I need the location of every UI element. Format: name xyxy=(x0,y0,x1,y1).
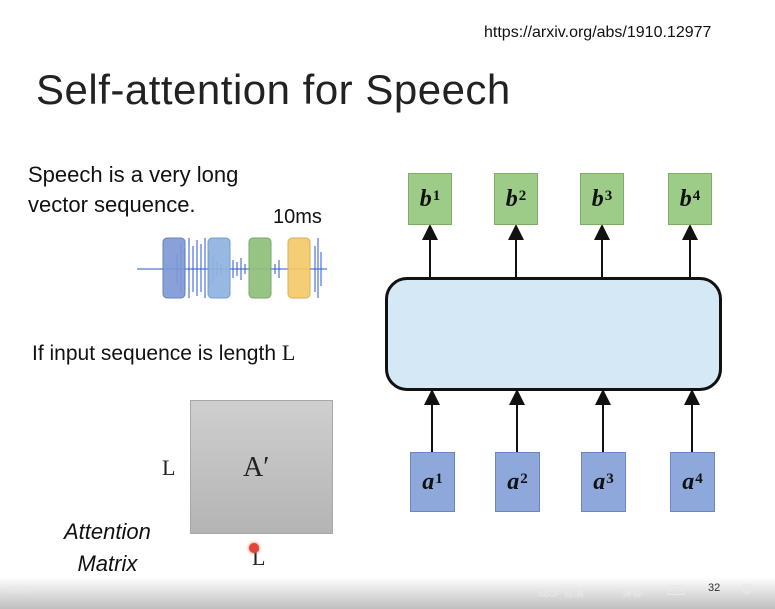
page-number: 32 xyxy=(708,582,721,594)
settings-icon[interactable]: ⚙ xyxy=(740,580,753,598)
quality-button[interactable]: 480P 标清 xyxy=(538,585,584,600)
output-b3: b3 xyxy=(580,173,624,225)
input-a2: a2 xyxy=(495,452,540,512)
video-time: 45:06 xyxy=(6,585,32,596)
output-b2: b2 xyxy=(494,173,538,225)
input-a4: a4 xyxy=(670,452,715,512)
video-control-bar xyxy=(0,577,775,609)
danmaku-button[interactable]: 弹幕 xyxy=(622,585,642,600)
screen-icon[interactable] xyxy=(668,585,684,595)
output-b1: b1 xyxy=(408,173,452,225)
input-a1: a1 xyxy=(410,452,455,512)
output-b4: b4 xyxy=(668,173,712,225)
self-attention-block xyxy=(385,277,722,391)
input-a3: a3 xyxy=(581,452,626,512)
